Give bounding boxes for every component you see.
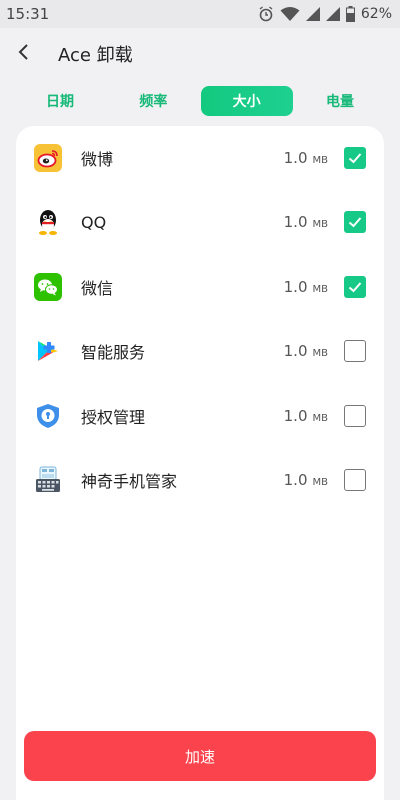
list-item[interactable]: QQ 1.0 MB	[16, 190, 384, 254]
list-item[interactable]: 神奇手机管家 1.0 MB	[16, 448, 384, 512]
app-name: QQ	[81, 212, 107, 232]
tab-date[interactable]: 日期	[14, 86, 106, 116]
list-item[interactable]: 智能服务 1.0 MB	[16, 319, 384, 383]
sort-tabs: 日期 频率 大小 电量	[14, 86, 386, 116]
app-name: 微信	[81, 279, 114, 298]
app-name: 微博	[81, 150, 114, 169]
app-name: 授权管理	[81, 408, 146, 427]
phone-manager-icon	[34, 466, 62, 494]
tab-size[interactable]: 大小	[200, 86, 293, 116]
wifi-icon	[280, 6, 300, 22]
app-name: 神奇手机管家	[81, 472, 178, 491]
app-size: 1.0 MB	[283, 149, 328, 167]
list-item[interactable]: 授权管理 1.0 MB	[16, 384, 384, 448]
app-checkbox[interactable]	[344, 405, 366, 427]
tab-battery[interactable]: 电量	[294, 86, 386, 116]
alarm-icon	[258, 6, 274, 22]
tab-frequency[interactable]: 频率	[107, 86, 199, 116]
app-checkbox[interactable]	[344, 340, 366, 362]
app-checkbox[interactable]	[344, 469, 366, 491]
app-checkbox[interactable]	[344, 276, 366, 298]
check-icon	[348, 282, 362, 293]
battery-icon	[345, 6, 355, 22]
check-icon	[348, 153, 362, 164]
boost-button[interactable]: 加速	[24, 731, 376, 781]
app-size: 1.0 MB	[283, 471, 328, 489]
battery-percentage: 62%	[360, 6, 392, 22]
app-checkbox[interactable]	[344, 147, 366, 169]
smart-service-icon	[34, 337, 62, 365]
list-item[interactable]: 微信 1.0 MB	[16, 255, 384, 319]
qq-icon	[34, 208, 62, 236]
check-icon	[348, 217, 362, 228]
list-item[interactable]: 微博 1.0 MB	[16, 126, 384, 190]
app-checkbox[interactable]	[344, 211, 366, 233]
signal-icon	[305, 7, 320, 21]
app-size: 1.0 MB	[283, 342, 328, 360]
status-icons: 62%	[258, 6, 392, 22]
app-bar: Ace 卸载	[0, 28, 400, 80]
status-bar: 15:31 62%	[0, 0, 400, 28]
wechat-icon	[34, 273, 62, 301]
signal-icon	[325, 7, 340, 21]
app-size: 1.0 MB	[283, 407, 328, 425]
back-button[interactable]	[4, 34, 44, 74]
back-arrow-icon	[17, 43, 31, 65]
app-size: 1.0 MB	[283, 278, 328, 296]
auth-manager-icon	[34, 402, 62, 430]
app-list-card: 微博 1.0 MB QQ 1.0 MB 微信 1.0 MB 智能服务 1.0 M…	[16, 126, 384, 800]
weibo-icon	[34, 144, 62, 172]
app-size: 1.0 MB	[283, 213, 328, 231]
app-name: 智能服务	[81, 343, 146, 362]
status-time: 15:31	[6, 5, 50, 23]
page-title: Ace 卸载	[58, 45, 133, 66]
